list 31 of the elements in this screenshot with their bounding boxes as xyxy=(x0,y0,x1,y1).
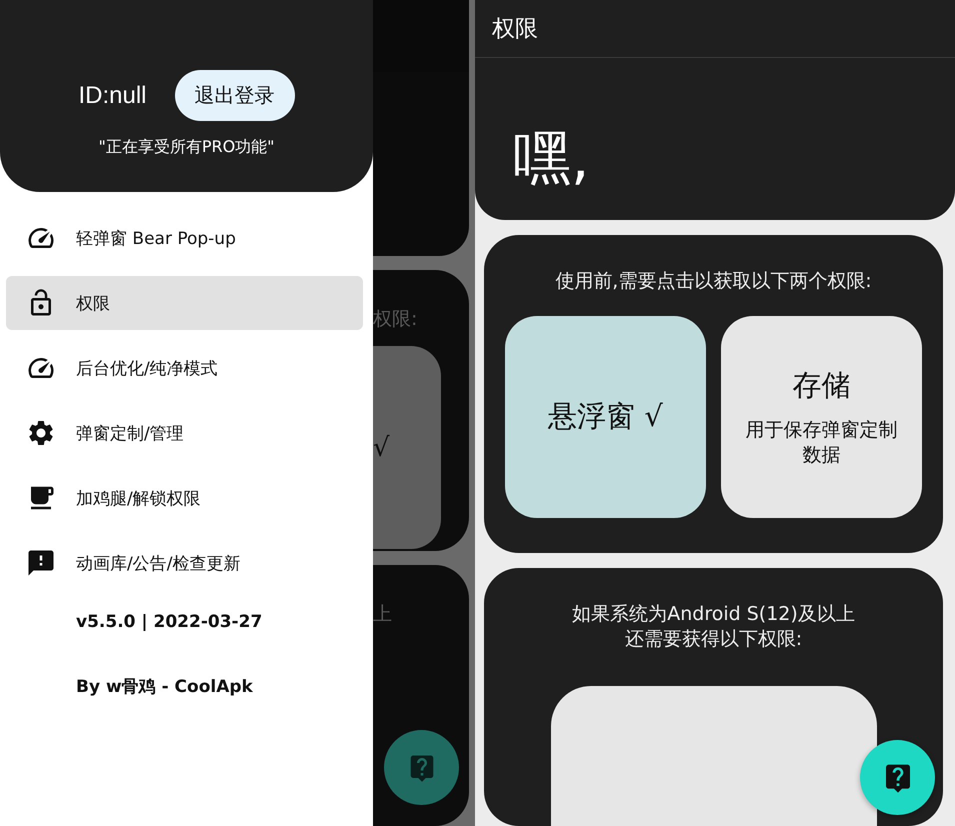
menu-item-label: 弹窗定制/管理 xyxy=(76,422,184,444)
permission-title: 存储 xyxy=(792,367,850,404)
permission-tile[interactable]: 悬浮窗 √ xyxy=(505,316,706,518)
footer-text: v5.5.0 | 2022-03-27 xyxy=(75,611,264,634)
menu-item[interactable]: 后台优化/纯净模式 xyxy=(6,341,363,395)
menu-item[interactable]: 动画库/公告/检查更新 xyxy=(6,536,363,590)
dimmed-text: 上 xyxy=(373,602,393,627)
alert-message-icon xyxy=(26,548,56,578)
permission-title: 悬浮窗 √ xyxy=(548,398,663,435)
footer-text: By w骨鸡 - CoolApk xyxy=(75,676,254,698)
greeting-text: 嘿, xyxy=(513,123,590,194)
menu-item-label: 权限 xyxy=(76,292,110,314)
menu-item-label: 加鸡腿/解锁权限 xyxy=(76,488,201,510)
page-title: 权限 xyxy=(492,15,538,44)
permission-tile[interactable] xyxy=(550,686,876,826)
permission-tile[interactable]: 存储 用于保存弹窗定制数据 xyxy=(721,316,922,518)
android12-prompt: 如果系统为Android S(12)及以上 还需要获得以下权限: xyxy=(572,602,855,652)
permission-description: 用于保存弹窗定制数据 xyxy=(744,418,898,468)
user-id: ID:null xyxy=(78,82,147,110)
pro-status: "正在享受所有PRO功能" xyxy=(98,137,275,158)
menu-item[interactable]: 加鸡腿/解锁权限 xyxy=(6,471,363,525)
menu-item[interactable]: 权限 xyxy=(6,276,363,330)
logout-button[interactable]: 退出登录 xyxy=(174,70,295,121)
menu-item[interactable]: 弹窗定制/管理 xyxy=(6,406,363,460)
menu-item-label: 后台优化/纯净模式 xyxy=(76,358,218,380)
menu-item-label: 轻弹窗 Bear Pop-up xyxy=(76,228,236,250)
menu-item[interactable]: 轻弹窗 Bear Pop-up xyxy=(6,211,363,265)
permissions-prompt: 使用前,需要点击以获取以下两个权限: xyxy=(555,269,872,294)
menu-item-label: 动画库/公告/检查更新 xyxy=(76,552,240,574)
dimmed-text: 权限: xyxy=(373,307,418,332)
dimmed-text: √ xyxy=(373,432,390,463)
